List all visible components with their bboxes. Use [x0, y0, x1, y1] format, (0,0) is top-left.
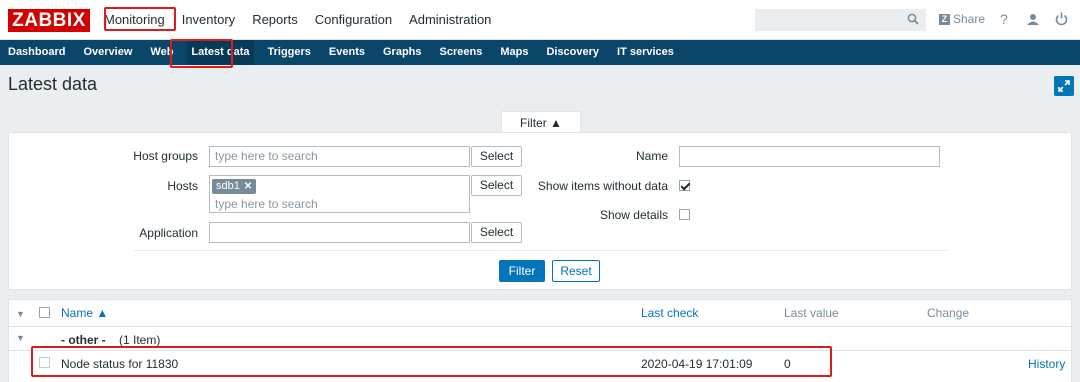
host-tag: sdb1 ✕ [212, 179, 257, 194]
history-link[interactable]: History [1028, 357, 1065, 371]
column-name-header[interactable]: Name ▲ [61, 300, 108, 326]
submenu-graphs[interactable]: Graphs [383, 40, 422, 65]
top-bar: ZABBIX Monitoring Inventory Reports Conf… [0, 0, 1080, 40]
group-divider [9, 350, 1071, 351]
host-tag-label: sdb1 [216, 180, 240, 192]
collapse-all-icon[interactable]: ▼ [16, 309, 25, 319]
filter-tab[interactable]: Filter ▲ [501, 111, 581, 133]
item-name: Node status for 11830 [61, 357, 179, 371]
search-box [755, 9, 926, 31]
help-icon[interactable]: ? [1000, 11, 1008, 27]
menu-monitoring[interactable]: Monitoring [104, 0, 165, 40]
menu-administration[interactable]: Administration [409, 0, 491, 40]
zabbix-share-icon: Z [939, 13, 950, 25]
hosts-label: Hosts [167, 179, 198, 193]
main-menu: Monitoring Inventory Reports Configurati… [104, 0, 508, 40]
menu-configuration[interactable]: Configuration [315, 0, 392, 40]
show-details-checkbox[interactable] [679, 209, 690, 220]
hosts-search-placeholder[interactable]: type here to search [215, 195, 318, 214]
host-groups-label: Host groups [133, 149, 198, 163]
share-link[interactable]: Z Share [939, 12, 985, 26]
application-label: Application [139, 226, 198, 240]
group-collapse-icon[interactable]: ▼ [16, 333, 25, 343]
filter-button[interactable]: Filter [499, 260, 545, 282]
search-icon[interactable] [907, 13, 919, 25]
group-name: - other - [61, 333, 106, 347]
application-input[interactable] [209, 222, 470, 243]
submenu-it-services[interactable]: IT services [617, 40, 674, 65]
row-checkbox[interactable] [39, 357, 50, 368]
page-title: Latest data [8, 74, 98, 94]
group-count: (1 Item) [119, 333, 161, 347]
name-input[interactable] [679, 146, 940, 167]
column-change-header: Change [927, 306, 970, 320]
column-last-value-header: Last value [784, 306, 839, 320]
submenu-triggers[interactable]: Triggers [268, 40, 311, 65]
application-select-button[interactable]: Select [471, 222, 522, 243]
show-details-label: Show details [599, 208, 668, 222]
sign-out-icon[interactable] [1055, 12, 1068, 26]
submenu-discovery[interactable]: Discovery [546, 40, 599, 65]
remove-host-icon[interactable]: ✕ [244, 181, 252, 192]
name-label: Name [635, 149, 668, 163]
latest-data-table: ▼ Name ▲ Last check Last value Change ▼ … [8, 299, 1072, 382]
sub-menu: Dashboard Overview Web Latest data Trigg… [0, 40, 1080, 65]
hosts-multiselect[interactable]: sdb1 ✕ type here to search [209, 175, 470, 213]
host-groups-select-button[interactable]: Select [471, 146, 522, 167]
fullscreen-icon[interactable] [1054, 76, 1074, 96]
column-last-check-header[interactable]: Last check [641, 300, 698, 326]
submenu-dashboard[interactable]: Dashboard [8, 40, 65, 65]
item-last-check: 2020-04-19 17:01:09 [641, 357, 753, 371]
filter-panel: Host groups type here to search Select H… [8, 132, 1072, 290]
user-profile-icon[interactable] [1027, 13, 1039, 26]
show-items-without-data-label: Show items without data [537, 179, 668, 193]
reset-button[interactable]: Reset [552, 260, 600, 282]
filter-divider [134, 250, 948, 251]
show-items-without-data-checkbox[interactable] [679, 180, 690, 191]
item-last-value: 0 [784, 357, 791, 371]
search-input[interactable] [756, 10, 901, 30]
select-all-checkbox[interactable] [39, 307, 50, 318]
menu-reports[interactable]: Reports [252, 0, 298, 40]
submenu-maps[interactable]: Maps [500, 40, 528, 65]
menu-inventory[interactable]: Inventory [182, 0, 235, 40]
submenu-latest-data[interactable]: Latest data [187, 40, 254, 65]
submenu-web[interactable]: Web [150, 40, 173, 65]
hosts-select-button[interactable]: Select [471, 175, 522, 196]
submenu-screens[interactable]: Screens [440, 40, 483, 65]
submenu-overview[interactable]: Overview [83, 40, 132, 65]
header-divider [9, 326, 1071, 327]
zabbix-logo[interactable]: ZABBIX [8, 9, 90, 32]
submenu-events[interactable]: Events [329, 40, 365, 65]
host-groups-input[interactable]: type here to search [209, 146, 470, 167]
share-label: Share [953, 12, 986, 26]
